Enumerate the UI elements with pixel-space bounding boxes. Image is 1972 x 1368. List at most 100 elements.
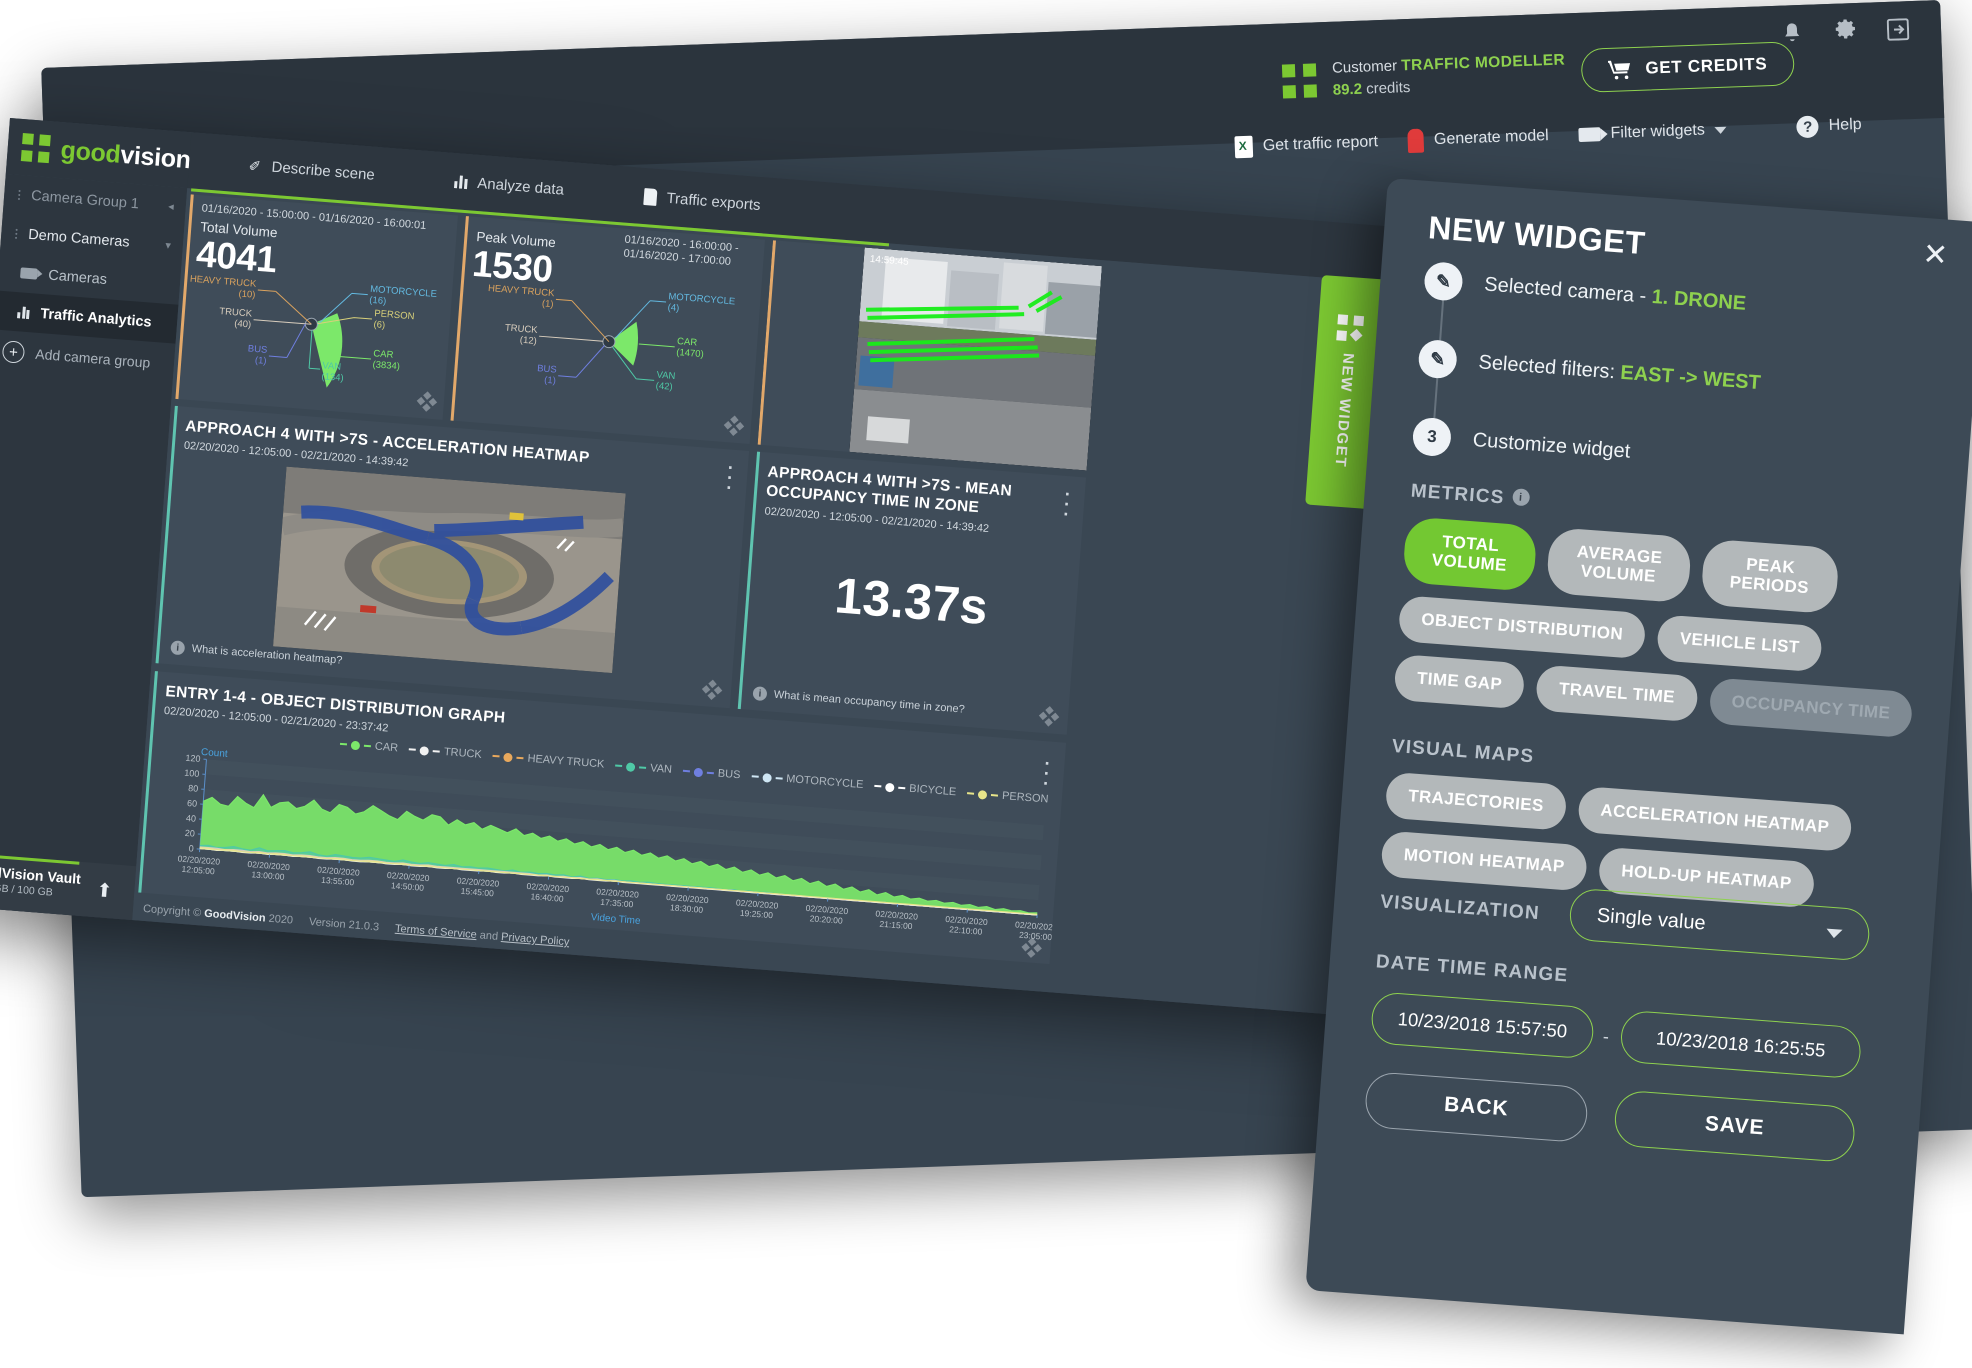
topbar-icon-group bbox=[1781, 17, 1910, 46]
widget-menu-button[interactable]: · · · bbox=[726, 457, 735, 497]
help-label: Help bbox=[1828, 115, 1862, 135]
svg-text:17:35:00: 17:35:00 bbox=[600, 897, 634, 910]
panel-step-filters[interactable]: ✎ Selected filters: EAST -> WEST bbox=[1417, 338, 1762, 402]
app-window: goodvision®|videoinsights Get desktop ap… bbox=[0, 118, 1396, 1015]
camera-icon bbox=[1578, 127, 1601, 143]
goodvision-vault[interactable]: GoodVision Vault 20.34 GB / 100 GB ⬆ bbox=[0, 851, 137, 921]
step-filters-value: EAST -> WEST bbox=[1619, 361, 1762, 394]
metric-chip-peak-periods[interactable]: PEAK PERIODS bbox=[1700, 538, 1840, 615]
svg-text:(1): (1) bbox=[542, 298, 554, 310]
widget-menu-button[interactable]: · · · bbox=[1042, 753, 1051, 793]
svg-text:21:15:00: 21:15:00 bbox=[879, 919, 913, 932]
widget-resize-handle[interactable] bbox=[1021, 937, 1042, 958]
get-traffic-report-button[interactable]: Get traffic report bbox=[1234, 131, 1378, 159]
widget-acceleration-heatmap[interactable]: APPROACH 4 WITH >7S - ACCELERATION HEATM… bbox=[155, 405, 750, 709]
area-chart-canvas[interactable]: 020406080100120 Count02/20/202012:05:00 02… bbox=[138, 741, 1060, 962]
upload-icon[interactable]: ⬆ bbox=[96, 879, 114, 903]
metrics-chip-group: TOTAL VOLUME AVERAGE VOLUME PEAK PERIODS OB… bbox=[1393, 516, 1929, 739]
chevron-down-icon[interactable]: ▾ bbox=[165, 239, 183, 253]
date-to-input[interactable]: 10/23/2018 16:25:55 bbox=[1619, 1009, 1863, 1080]
tab-analyze-data[interactable]: Analyze data bbox=[414, 169, 604, 201]
save-button[interactable]: SAVE bbox=[1612, 1089, 1857, 1164]
logo-vision: vision bbox=[119, 140, 192, 174]
video-frame[interactable]: 14:59:45 bbox=[849, 247, 1102, 471]
close-icon[interactable]: ✕ bbox=[1921, 238, 1949, 273]
new-widget-side-tab-label: NEW WIDGET bbox=[1331, 352, 1357, 470]
drag-handle-icon[interactable] bbox=[17, 189, 21, 200]
metric-chip-object-distribution[interactable]: OBJECT DISTRIBUTION bbox=[1397, 595, 1647, 660]
rose-label-bus: BUS bbox=[537, 363, 557, 376]
footer-and: and bbox=[479, 929, 499, 943]
metric-chip-vehicle-list[interactable]: VEHICLE LIST bbox=[1656, 614, 1824, 673]
legend-item-van[interactable]: VAN bbox=[615, 760, 672, 776]
sidebar-item-label: Cameras bbox=[47, 267, 108, 288]
widget-video-preview[interactable]: 14:59:45 bbox=[757, 240, 1102, 471]
tab-describe-scene[interactable]: ✏ Describe scene bbox=[189, 151, 416, 187]
legend-item-truck[interactable]: TRUCK bbox=[408, 743, 482, 761]
widget-resize-handle[interactable] bbox=[723, 415, 745, 436]
svg-text:22:10:00: 22:10:00 bbox=[949, 924, 983, 937]
legend-item-bus[interactable]: BUS bbox=[682, 765, 741, 781]
customer-name: TRAFFIC MODELLER bbox=[1400, 51, 1566, 75]
filter-widgets-dropdown[interactable]: Filter widgets bbox=[1578, 121, 1727, 144]
y-tick-label: 40 bbox=[186, 813, 197, 824]
widget-resize-handle[interactable] bbox=[1038, 706, 1060, 727]
panel-step-customize[interactable]: 3 Customize widget bbox=[1411, 416, 1632, 471]
metric-chip-occupancy-time: OCCUPANCY TIME bbox=[1708, 677, 1914, 739]
widget-help-hint[interactable]: i What is mean occupancy time in zone? bbox=[752, 686, 965, 717]
legend-item-motorcycle[interactable]: MOTORCYCLE bbox=[751, 770, 864, 791]
visual-map-chip-trajectories[interactable]: TRAJECTORIES bbox=[1384, 771, 1568, 831]
y-tick-label: 60 bbox=[187, 798, 198, 809]
plus-icon: + bbox=[1, 340, 26, 364]
sidebar-item-label: Camera Group 1 bbox=[30, 187, 140, 212]
tab-traffic-exports[interactable]: Traffic exports bbox=[603, 184, 801, 216]
widget-menu-button[interactable]: · · · bbox=[1063, 484, 1072, 524]
rose-label-heavy-truck: HEAVY TRUCK bbox=[189, 274, 257, 290]
generate-model-button[interactable]: Generate model bbox=[1407, 124, 1550, 154]
widget-peak-volume[interactable]: 01/16/2020 - 16:00:00 - 01/16/2020 - 17:… bbox=[450, 216, 766, 445]
step-camera-value: 1. DRONE bbox=[1650, 285, 1747, 315]
credits-label: credits bbox=[1365, 79, 1411, 98]
metric-chip-total-volume[interactable]: TOTAL VOLUME bbox=[1402, 516, 1538, 592]
widget-resize-handle[interactable] bbox=[416, 391, 438, 412]
visual-map-chip-motion-heatmap[interactable]: MOTION HEATMAP bbox=[1380, 830, 1589, 892]
get-credits-button[interactable]: GET CREDITS bbox=[1580, 41, 1796, 93]
legend-item-heavy-truck[interactable]: HEAVY TRUCK bbox=[492, 750, 605, 771]
goodvision-mark-icon bbox=[1281, 63, 1318, 99]
logout-icon[interactable] bbox=[1886, 18, 1910, 41]
terms-link[interactable]: Terms of Service bbox=[395, 923, 478, 941]
metric-chip-average-volume[interactable]: AVERAGE VOLUME bbox=[1545, 527, 1692, 604]
widget-single-value: 13.37s bbox=[832, 567, 990, 636]
panel-step-camera[interactable]: ✎ Selected camera - 1. DRONE bbox=[1423, 261, 1747, 323]
bell-icon[interactable] bbox=[1781, 21, 1804, 46]
visual-map-chip-acceleration-heatmap[interactable]: ACCELERATION HEATMAP bbox=[1576, 785, 1853, 853]
widget-mean-occupancy-time[interactable]: APPROACH 4 WITH >7S - MEAN OCCUPANCY TIM… bbox=[737, 451, 1087, 735]
gear-icon[interactable] bbox=[1833, 19, 1858, 44]
svg-text:12:05:00: 12:05:00 bbox=[181, 864, 215, 877]
drag-handle-icon[interactable] bbox=[14, 228, 18, 239]
widgets-icon bbox=[1336, 314, 1365, 343]
svg-text:20:20:00: 20:20:00 bbox=[809, 913, 843, 926]
date-from-input[interactable]: 10/23/2018 15:57:50 bbox=[1369, 991, 1596, 1060]
version-label: Version 21.0.3 bbox=[308, 915, 380, 934]
svg-text:19:25:00: 19:25:00 bbox=[740, 908, 774, 921]
svg-text:13:00:00: 13:00:00 bbox=[251, 869, 285, 882]
legend-item-bicycle[interactable]: BICYCLE bbox=[874, 780, 957, 798]
svg-text:(1470): (1470) bbox=[676, 347, 704, 360]
legend-item-car[interactable]: CAR bbox=[339, 738, 399, 754]
widget-resize-handle[interactable] bbox=[701, 679, 723, 701]
widget-total-volume[interactable]: 01/16/2020 - 15:00:00 - 01/16/2020 - 16:… bbox=[175, 194, 458, 420]
info-icon[interactable]: i bbox=[1512, 488, 1531, 507]
back-button[interactable]: BACK bbox=[1363, 1070, 1590, 1144]
help-button[interactable]: ? Help bbox=[1796, 114, 1862, 139]
copyright-year: 2020 bbox=[268, 912, 294, 927]
metric-chip-travel-time[interactable]: TRAVEL TIME bbox=[1535, 664, 1699, 723]
new-widget-panel: ✕ NEW WIDGET ✎ Selected camera - 1. DRON… bbox=[1305, 178, 1972, 1335]
get-credits-label: GET CREDITS bbox=[1645, 54, 1768, 78]
metric-chip-time-gap[interactable]: TIME GAP bbox=[1393, 653, 1526, 710]
sidebar-item-label: Traffic Analytics bbox=[39, 305, 153, 331]
chevron-left-icon[interactable]: ◂ bbox=[168, 200, 186, 214]
privacy-link[interactable]: Privacy Policy bbox=[501, 931, 570, 948]
legend-item-person[interactable]: PERSON bbox=[967, 787, 1049, 806]
step-filters-label: Selected filters: bbox=[1477, 350, 1622, 384]
